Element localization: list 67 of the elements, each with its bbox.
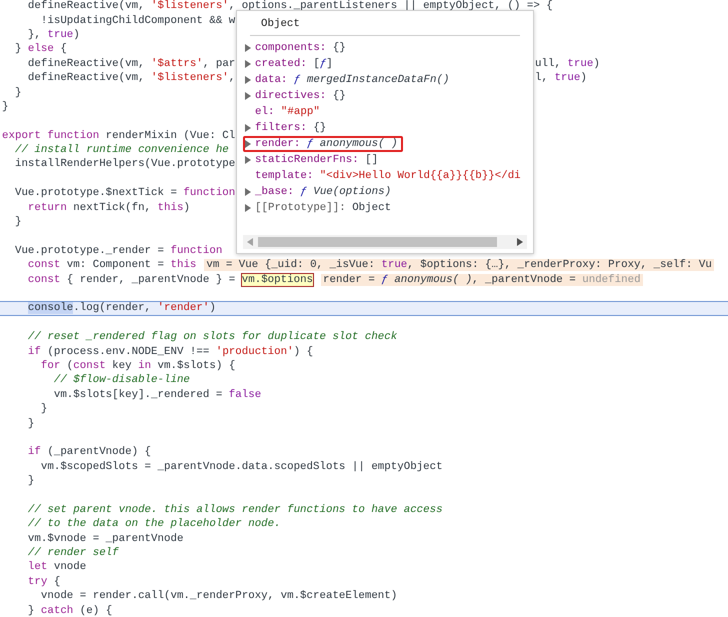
code-text: // render self bbox=[26, 547, 119, 560]
property-text: _base: ƒ Vue(options) bbox=[255, 186, 392, 198]
code-text: console.log(render, 'render') bbox=[2, 302, 216, 314]
property-row[interactable]: template: "<div>Hello World{{a}}{{b}}</di bbox=[243, 168, 526, 184]
property-text: directives: {} bbox=[255, 90, 346, 102]
code-text: vm.$vnode = _parentVnode bbox=[26, 532, 184, 545]
code-text: // install runtime convenience he bbox=[14, 144, 229, 156]
code-text: vm.$scopedSlots = _parentVnode.data.scopedSlots || emptyObject bbox=[40, 460, 443, 473]
property-text: filters: {} bbox=[255, 122, 326, 134]
code-text: } bbox=[14, 86, 22, 99]
code-text: vnode = render.call(vm._renderProxy, vm.$createElement) bbox=[40, 590, 398, 602]
code-text: defineReactive(vm, '$listeners', options._parentListeners || emptyObject, () => { bbox=[26, 0, 553, 12]
property-text: components: {} bbox=[255, 42, 346, 54]
hovered-expression: vm.$options bbox=[242, 274, 314, 286]
property-row[interactable]: data: ƒ mergedInstanceDataFn() bbox=[243, 72, 454, 88]
property-row[interactable]: staticRenderFns: [] bbox=[243, 152, 384, 168]
inline-value: vm = Vue {_uid: 0, _isVue: true, $options: {…}, _renderProxy: Proxy, _self: Vu bbox=[204, 259, 714, 272]
code-text: Vue.prototype._render = function bbox=[14, 244, 222, 257]
scrollbar-thumb[interactable] bbox=[258, 237, 497, 247]
scroll-right-icon[interactable] bbox=[517, 238, 523, 246]
code-text: if (_parentVnode) { bbox=[26, 446, 152, 458]
code-text: try { bbox=[26, 576, 60, 588]
property-text: created: [ƒ] bbox=[255, 58, 333, 70]
code-text: } bbox=[14, 216, 22, 228]
code-text: installRenderHelpers(Vue.prototype bbox=[14, 158, 236, 170]
property-text: data: ƒ mergedInstanceDataFn() bbox=[255, 74, 450, 86]
property-text: template: "<div>Hello World{{a}}{{b}}</di bbox=[255, 170, 521, 182]
code-text: const { render, _parentVnode } = bbox=[26, 274, 236, 286]
property-text: [[Prototype]]: Object bbox=[255, 202, 392, 214]
property-row[interactable]: components: {} bbox=[243, 40, 351, 56]
code-text: export function renderMixin (Vue: Cl bbox=[2, 130, 236, 142]
property-row[interactable]: directives: {} bbox=[243, 88, 351, 104]
code-text: for (const key in vm.$slots) { bbox=[40, 360, 236, 372]
property-text: staticRenderFns: [] bbox=[255, 154, 378, 166]
code-text: defineReactive(vm, '$listeners', bbox=[26, 72, 236, 84]
code-text: return nextTick(fn, this) bbox=[26, 202, 190, 214]
property-text: el: "#app" bbox=[255, 106, 320, 118]
popover-title: Object bbox=[261, 17, 301, 31]
property-row[interactable]: created: [ƒ] bbox=[243, 56, 338, 72]
code-text: } bbox=[26, 475, 34, 488]
inline-value: render = ƒ anonymous( ), _parentVnode = undefined bbox=[321, 274, 643, 286]
code-text: } else { bbox=[14, 43, 67, 56]
code-text: // set parent vnode. this allows render functions to have access bbox=[26, 504, 443, 516]
code-text: // $flow-disable-line bbox=[52, 374, 190, 386]
code-text: }, true) bbox=[26, 28, 80, 41]
code-text: } catch (e) { bbox=[26, 604, 112, 617]
code-text: const vm: Component = this bbox=[26, 259, 196, 272]
code-text: ull, true) bbox=[535, 58, 601, 70]
code-text: defineReactive(vm, '$attrs', par bbox=[26, 58, 236, 70]
code-text: // reset _rendered flag on slots for duplicate slot check bbox=[26, 331, 398, 344]
code-text: } bbox=[40, 403, 48, 416]
code-text: } bbox=[26, 418, 34, 430]
code-text: // to the data on the placeholder node. bbox=[26, 518, 281, 530]
code-text: l, true) bbox=[535, 72, 588, 84]
code-text: Vue.prototype.$nextTick = function bbox=[14, 187, 236, 200]
property-row[interactable]: el: "#app" bbox=[243, 104, 325, 120]
code-text: vm.$slots[key]._rendered = false bbox=[52, 388, 262, 401]
horizontal-scrollbar[interactable] bbox=[243, 235, 527, 249]
property-row[interactable]: [[Prototype]]: Object bbox=[243, 200, 396, 216]
property-row[interactable]: filters: {} bbox=[243, 120, 332, 136]
property-row[interactable]: render: ƒ anonymous( ) bbox=[243, 136, 403, 152]
code-text: !isUpdatingChildComponent && w bbox=[40, 14, 236, 27]
code-text: if (process.env.NODE_ENV !== 'production') { bbox=[26, 346, 314, 358]
code-text: } bbox=[2, 100, 8, 113]
code-text: let vnode bbox=[26, 561, 86, 574]
property-row[interactable]: _base: ƒ Vue(options) bbox=[243, 184, 396, 200]
property-text: render: ƒ anonymous( ) bbox=[255, 138, 398, 150]
